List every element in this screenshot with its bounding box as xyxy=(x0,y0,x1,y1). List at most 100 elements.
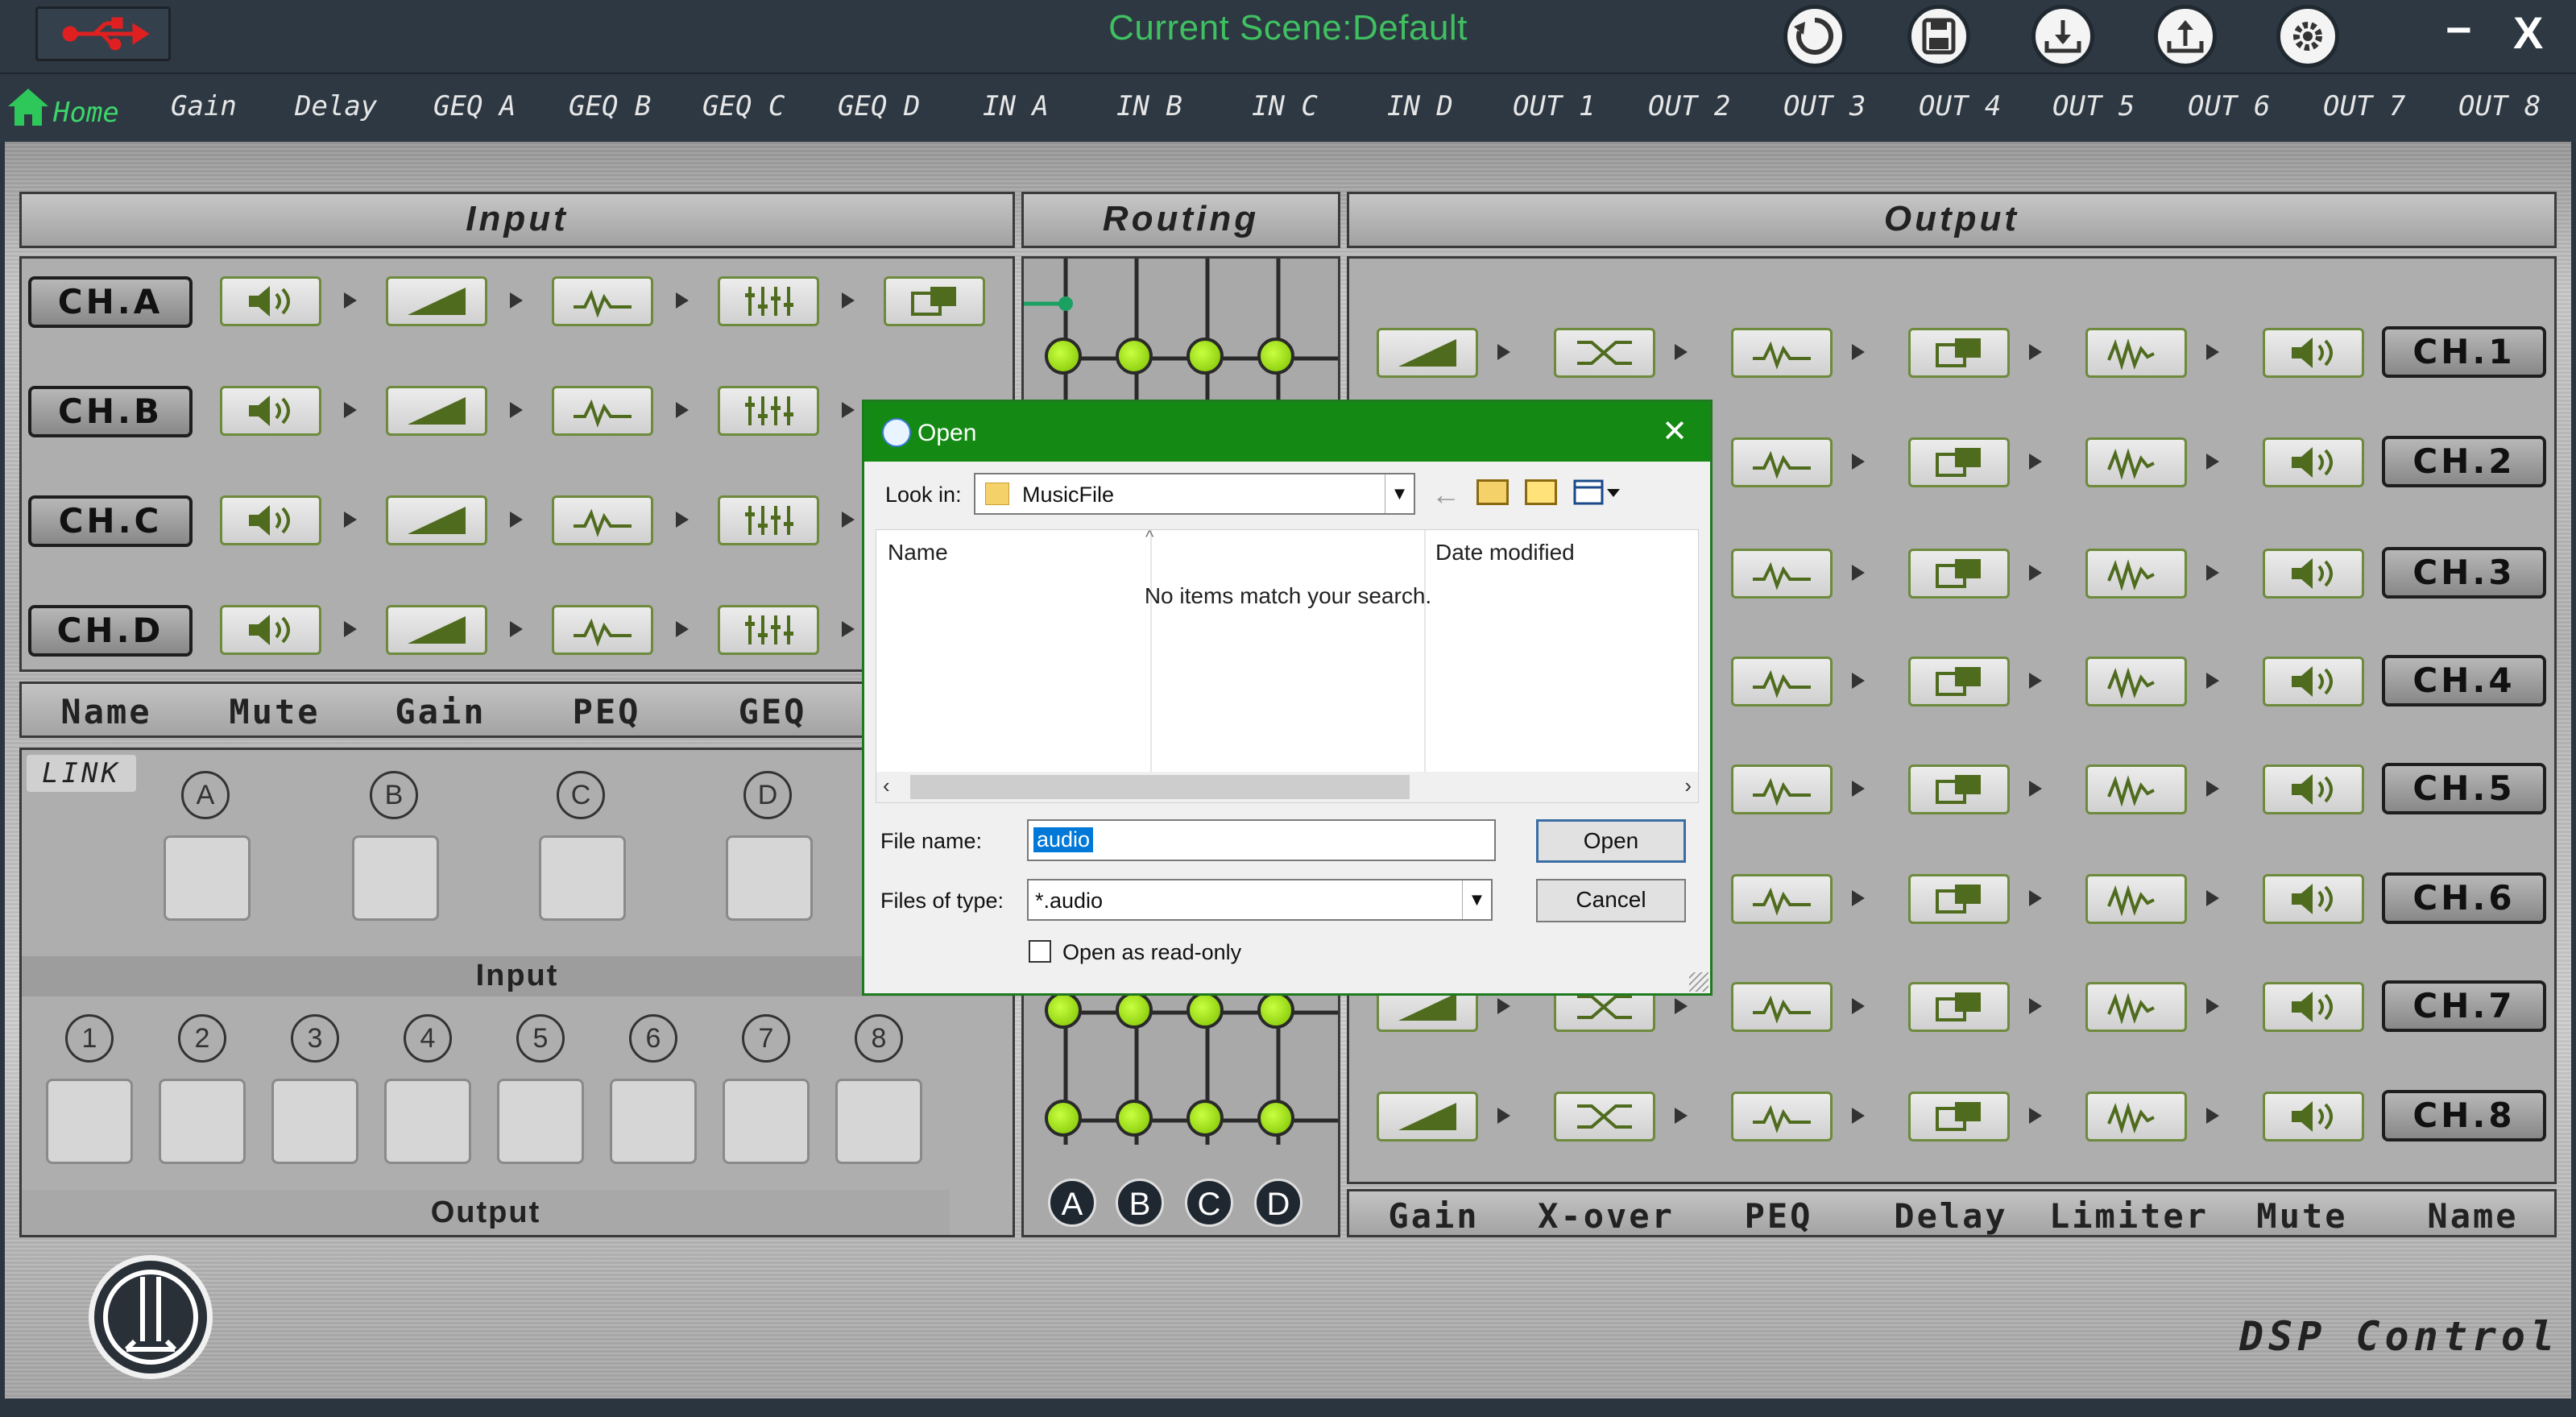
view-menu-icon[interactable] xyxy=(1573,479,1621,505)
output-delay-button[interactable] xyxy=(1908,1092,2010,1141)
routing-node[interactable] xyxy=(1116,1100,1153,1137)
output-mute-button[interactable] xyxy=(2263,982,2364,1032)
chevron-down-icon[interactable]: ▼ xyxy=(1385,474,1414,513)
output-channel-label-8[interactable]: CH.8 xyxy=(2382,1090,2546,1141)
output-channel-label-5[interactable]: CH.5 xyxy=(2382,763,2546,814)
link-output-5-toggle[interactable] xyxy=(497,1079,584,1164)
link-output-1-toggle[interactable] xyxy=(46,1079,133,1164)
download-icon[interactable] xyxy=(2031,5,2094,68)
open-readonly-checkbox[interactable] xyxy=(1029,940,1051,963)
output-limiter-button[interactable] xyxy=(2085,437,2187,487)
file-name-field[interactable]: audio xyxy=(1027,819,1496,861)
geq-button[interactable] xyxy=(718,495,819,545)
back-icon[interactable]: ← xyxy=(1431,478,1460,512)
output-peq-button[interactable] xyxy=(1731,328,1833,378)
geq-button[interactable] xyxy=(718,605,819,655)
nav-tab-out-1[interactable]: OUT 1 xyxy=(1513,90,1595,122)
nav-home[interactable]: Home xyxy=(53,97,119,129)
look-in-combobox[interactable]: MusicFile ▼ xyxy=(974,473,1415,515)
output-delay-button[interactable] xyxy=(1908,328,2010,378)
routing-input-b[interactable]: B xyxy=(1116,1179,1164,1227)
output-peq-button[interactable] xyxy=(1731,982,1833,1032)
output-peq-button[interactable] xyxy=(1731,549,1833,599)
link-input-c-toggle[interactable] xyxy=(539,835,626,921)
output-limiter-button[interactable] xyxy=(2085,657,2187,706)
routing-input-d[interactable]: D xyxy=(1254,1179,1302,1227)
nav-tab-out-4[interactable]: OUT 4 xyxy=(1919,90,2001,122)
output-mute-button[interactable] xyxy=(2263,657,2364,706)
up-folder-icon[interactable] xyxy=(1476,479,1509,505)
output-peq-button[interactable] xyxy=(1731,657,1833,706)
output-peq-button[interactable] xyxy=(1731,764,1833,814)
output-mute-button[interactable] xyxy=(2263,437,2364,487)
new-folder-icon[interactable] xyxy=(1525,479,1557,505)
output-channel-label-6[interactable]: CH.6 xyxy=(2382,872,2546,924)
geq-button[interactable] xyxy=(718,386,819,436)
output-peq-button[interactable] xyxy=(1731,1092,1833,1141)
link-input-a-toggle[interactable] xyxy=(164,835,251,921)
nav-tab-out-7[interactable]: OUT 7 xyxy=(2323,90,2405,122)
output-gain-button[interactable] xyxy=(1377,1092,1478,1141)
nav-tab-delay[interactable]: Delay xyxy=(295,90,377,122)
input-channel-label-b[interactable]: CH.B xyxy=(28,386,193,437)
link-output-8-toggle[interactable] xyxy=(835,1079,922,1164)
save-icon[interactable] xyxy=(1907,5,1970,68)
nav-tab-in-c[interactable]: IN C xyxy=(1252,90,1318,122)
nav-tab-out-3[interactable]: OUT 3 xyxy=(1783,90,1866,122)
gain-button[interactable] xyxy=(386,386,487,436)
output-limiter-button[interactable] xyxy=(2085,549,2187,599)
routing-node[interactable] xyxy=(1257,1100,1294,1137)
output-mute-button[interactable] xyxy=(2263,874,2364,924)
open-button[interactable]: Open xyxy=(1536,819,1686,863)
nav-tab-out-6[interactable]: OUT 6 xyxy=(2188,90,2270,122)
output-mute-button[interactable] xyxy=(2263,549,2364,599)
routing-node[interactable] xyxy=(1045,1100,1082,1137)
nav-tab-gain[interactable]: Gain xyxy=(171,90,237,122)
routing-node[interactable] xyxy=(1116,338,1153,375)
horizontal-scrollbar[interactable]: ‹ › xyxy=(876,772,1698,802)
link-output-3-toggle[interactable] xyxy=(271,1079,358,1164)
refresh-icon[interactable] xyxy=(1783,5,1846,68)
nav-tab-out-5[interactable]: OUT 5 xyxy=(2052,90,2135,122)
link-output-7-toggle[interactable] xyxy=(723,1079,810,1164)
gain-button[interactable] xyxy=(386,276,487,326)
files-of-type-select[interactable]: *.audio ▼ xyxy=(1027,879,1493,921)
dialog-close-button[interactable]: ✕ xyxy=(1662,413,1688,450)
gain-button[interactable] xyxy=(386,495,487,545)
cancel-button[interactable]: Cancel xyxy=(1536,879,1686,922)
routing-node[interactable] xyxy=(1257,338,1294,375)
output-delay-button[interactable] xyxy=(1908,549,2010,599)
gain-button[interactable] xyxy=(386,605,487,655)
mute-button[interactable] xyxy=(220,276,321,326)
nav-tab-in-d[interactable]: IN D xyxy=(1387,90,1453,122)
output-delay-button[interactable] xyxy=(1908,764,2010,814)
scroll-right-icon[interactable]: › xyxy=(1684,773,1692,798)
routing-node[interactable] xyxy=(1257,992,1294,1029)
mute-button[interactable] xyxy=(220,386,321,436)
chevron-down-icon[interactable]: ▼ xyxy=(1462,880,1491,919)
routing-node[interactable] xyxy=(1045,338,1082,375)
settings-icon[interactable] xyxy=(2276,5,2339,68)
output-channel-label-3[interactable]: CH.3 xyxy=(2382,547,2546,599)
nav-tab-out-8[interactable]: OUT 8 xyxy=(2458,90,2541,122)
output-delay-button[interactable] xyxy=(1908,437,2010,487)
geq-button[interactable] xyxy=(718,276,819,326)
peq-button[interactable] xyxy=(552,605,653,655)
minimize-button[interactable]: − xyxy=(2446,3,2472,56)
column-header-date-modified[interactable]: Date modified xyxy=(1435,540,1575,566)
link-input-d-toggle[interactable] xyxy=(726,835,813,921)
output-limiter-button[interactable] xyxy=(2085,982,2187,1032)
output-limiter-button[interactable] xyxy=(2085,764,2187,814)
output-xover-button[interactable] xyxy=(1554,328,1655,378)
output-gain-button[interactable] xyxy=(1377,328,1478,378)
input-channel-label-c[interactable]: CH.C xyxy=(28,495,193,547)
upload-icon[interactable] xyxy=(2154,5,2217,68)
nav-tab-geq-b[interactable]: GEQ B xyxy=(569,90,651,122)
routing-node[interactable] xyxy=(1187,992,1224,1029)
output-delay-button[interactable] xyxy=(1908,657,2010,706)
output-mute-button[interactable] xyxy=(2263,328,2364,378)
output-peq-button[interactable] xyxy=(1731,874,1833,924)
routing-node[interactable] xyxy=(1116,992,1153,1029)
link-input-b-toggle[interactable] xyxy=(352,835,439,921)
routing-node[interactable] xyxy=(1187,1100,1224,1137)
